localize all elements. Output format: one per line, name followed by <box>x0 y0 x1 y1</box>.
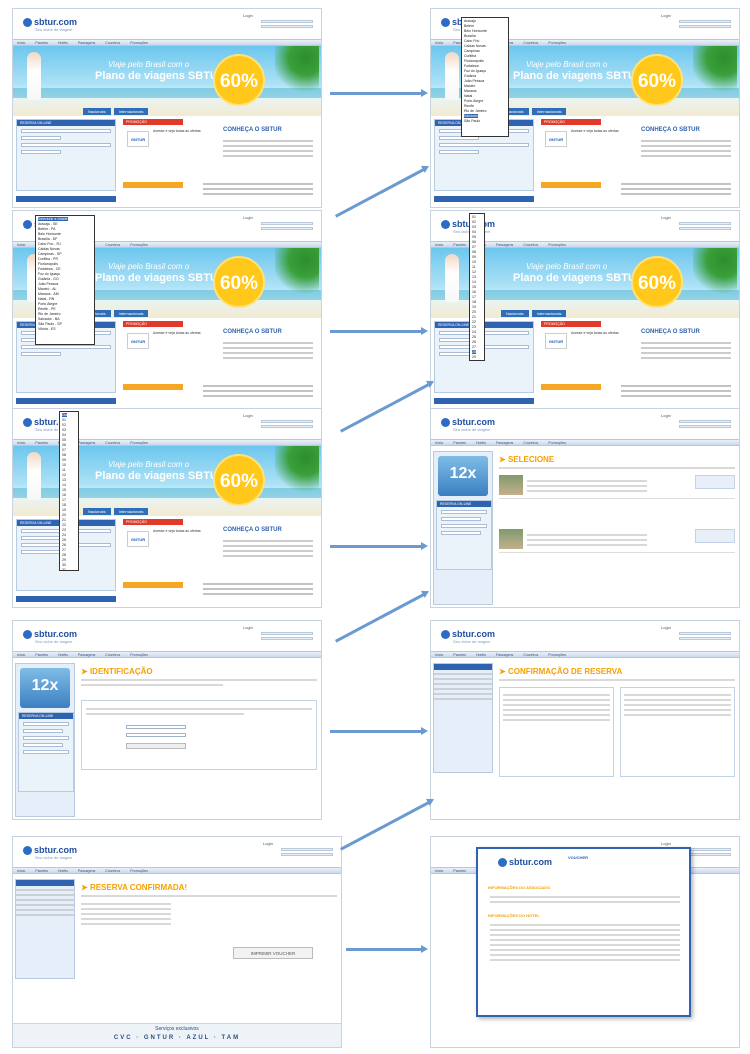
print-voucher-button[interactable]: IMPRIMIR VOUCHER <box>233 947 313 959</box>
flow-arrow <box>330 89 428 97</box>
destination-dropdown[interactable]: Aracaju Belém Belo Horizonte Brasília Cabo F… <box>461 17 509 137</box>
screenshot-identification: sbtur.com Seu clube de viagem Login Início… <box>12 620 322 820</box>
return-day-dropdown[interactable]: Dia 01 02 03 04 05 06 07 08 09 10 11 12 13 14 15 16 17 18 1… <box>59 411 79 571</box>
logo: sbtur.com Seu clube de viagem <box>23 17 77 32</box>
flow-arrow <box>330 327 428 335</box>
flow-arrow <box>340 801 430 851</box>
hotel-result[interactable] <box>499 529 735 553</box>
flow-arrow <box>330 542 428 550</box>
login-box: Login <box>243 13 313 35</box>
screenshot-results: sbtur.com Seu clube de viagem Login Início… <box>430 408 740 608</box>
screenshot-home: sbtur.com Seu clube de viagem Login Iníci… <box>12 8 322 208</box>
reservation-box: RESERVA ON-LINE <box>16 119 116 191</box>
flow-arrow <box>335 593 425 643</box>
screenshot-voucher-popup: Login InícioPacotesHotéis sbtur.com VOUC… <box>430 836 740 1048</box>
screenshot-dropdown-3: sbtur.comSeu clube de viagemLogin Início… <box>430 210 740 410</box>
day-dropdown[interactable]: 01 02 03 04 05 06 07 08 09 10 11 12 13 14 15 16 17 18 19 20… <box>469 213 485 361</box>
origin-dropdown[interactable]: Selecione a cidade Aracaju - SE Belém - PA… <box>35 215 95 345</box>
screenshot-confirmation: sbtur.com Seu clube de viagem Login Início… <box>430 620 740 820</box>
banner: Viaje pelo Brasil com o Plano de viagens … <box>13 46 321 116</box>
screenshot-confirmed: sbtur.com Seu clube de viagem Login Início… <box>12 836 342 1048</box>
flow-arrow <box>330 727 428 735</box>
flow-arrow <box>340 383 430 433</box>
flow-arrow <box>335 168 425 218</box>
voucher-popup[interactable]: sbtur.com VOUCHER INFORMAÇÕES DO ASSOCIA… <box>476 847 691 1017</box>
hotel-result[interactable] <box>499 475 735 499</box>
screenshot-dropdown-1: sbtur.comSeu clube de viagemLogin Início… <box>430 8 740 208</box>
screenshot-dropdown-2: sbtur.comSeu clube de viagemLogin Início… <box>12 210 322 410</box>
discount-badge: 60% <box>213 54 265 106</box>
flow-arrow <box>346 945 428 953</box>
screenshot-dropdown-4: sbtur.com Seu clube de viagem Login Início… <box>12 408 322 608</box>
footer: Serviços exclusivos CVC · GNTUR · AZUL · … <box>13 1023 341 1047</box>
